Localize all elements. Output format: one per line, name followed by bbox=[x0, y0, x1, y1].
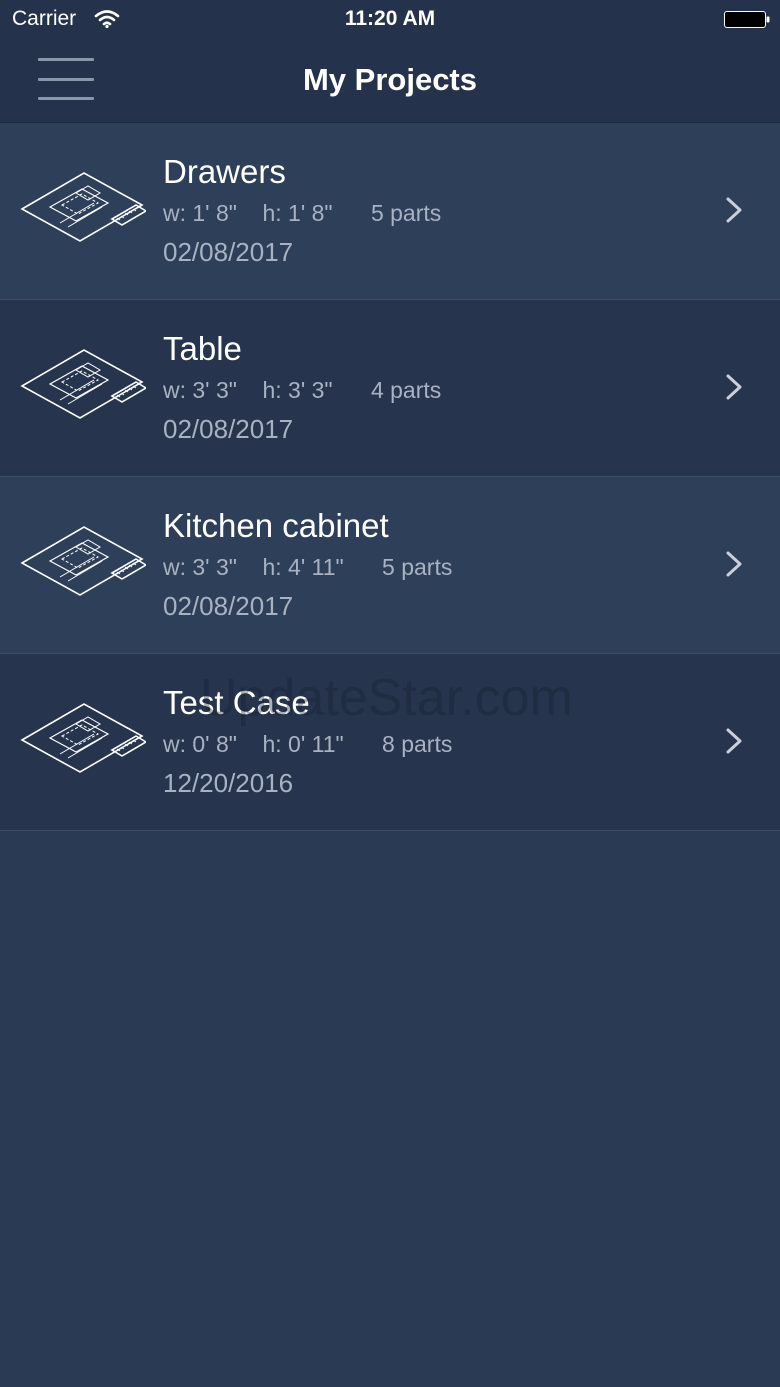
project-row[interactable]: Table w: 3' 3" h: 3' 3" 4 parts 02/08/20… bbox=[0, 300, 780, 477]
status-bar: Carrier 11:20 AM bbox=[0, 0, 780, 40]
project-date: 12/20/2016 bbox=[163, 768, 294, 798]
chevron-right-icon bbox=[726, 197, 742, 223]
project-dimensions: w: 1' 8" h: 1' 8" 5 parts bbox=[163, 200, 441, 227]
project-row[interactable]: Kitchen cabinet w: 3' 3" h: 4' 11" 5 par… bbox=[0, 477, 780, 654]
chevron-right-icon bbox=[726, 551, 742, 577]
blueprint-icon bbox=[20, 172, 146, 242]
project-dimensions: w: 3' 3" h: 3' 3" 4 parts bbox=[163, 377, 441, 404]
project-date: 02/08/2017 bbox=[163, 414, 294, 444]
chevron-right-icon bbox=[726, 728, 742, 754]
project-parts: 5 parts bbox=[382, 554, 453, 580]
project-height: h: 0' 11" bbox=[262, 731, 344, 757]
project-width: w: 0' 8" bbox=[163, 731, 237, 757]
project-date: 02/08/2017 bbox=[163, 237, 294, 267]
project-list: Drawers w: 1' 8" h: 1' 8" 5 parts 02/08/… bbox=[0, 123, 780, 831]
project-height: h: 1' 8" bbox=[262, 200, 333, 226]
page-title: My Projects bbox=[302, 62, 477, 97]
navigation-bar: My Projects bbox=[0, 40, 780, 123]
project-height: h: 4' 11" bbox=[262, 554, 344, 580]
project-dimensions: w: 0' 8" h: 0' 11" 8 parts bbox=[163, 731, 452, 758]
project-parts: 8 parts bbox=[382, 731, 453, 757]
blueprint-icon bbox=[20, 703, 146, 773]
project-dimensions: w: 3' 3" h: 4' 11" 5 parts bbox=[163, 554, 452, 581]
project-width: w: 3' 3" bbox=[163, 554, 237, 580]
project-parts: 5 parts bbox=[370, 200, 442, 226]
hamburger-menu-icon bbox=[38, 58, 94, 61]
project-date: 02/08/2017 bbox=[163, 591, 294, 621]
project-name: Drawers bbox=[163, 153, 286, 190]
project-height: h: 3' 3" bbox=[262, 377, 333, 403]
project-name: Table bbox=[163, 330, 242, 367]
status-time: 11:20 AM bbox=[344, 7, 436, 30]
project-row[interactable]: Drawers w: 1' 8" h: 1' 8" 5 parts 02/08/… bbox=[0, 123, 780, 300]
project-row[interactable]: Test Case w: 0' 8" h: 0' 11" 8 parts 12/… bbox=[0, 654, 780, 831]
battery-icon bbox=[724, 11, 770, 28]
project-parts: 4 parts bbox=[370, 377, 442, 403]
project-width: w: 1' 8" bbox=[163, 200, 237, 226]
chevron-right-icon bbox=[726, 374, 742, 400]
blueprint-icon bbox=[20, 349, 146, 419]
project-width: w: 3' 3" bbox=[163, 377, 237, 403]
project-name: Kitchen cabinet bbox=[163, 507, 389, 544]
blueprint-icon bbox=[20, 526, 146, 596]
project-name: Test Case bbox=[163, 684, 310, 721]
